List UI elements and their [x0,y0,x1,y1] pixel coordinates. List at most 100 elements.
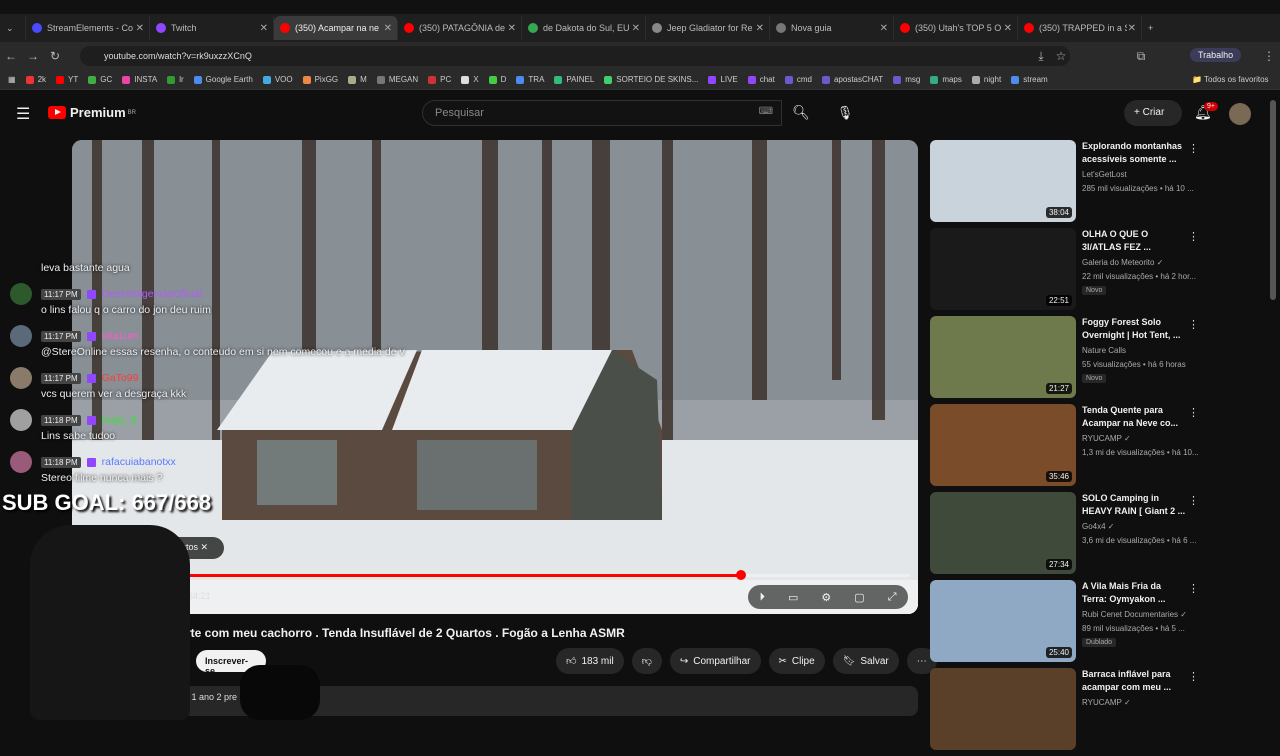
browser-tab[interactable]: StreamElements - Co ✕ [26,16,150,40]
browser-tab[interactable]: (350) Acampar na ne ✕ [274,16,398,40]
extensions-icon[interactable]: ⧉ [1130,49,1152,64]
recommended-video[interactable]: 22:51 OLHA O QUE O 3I/ATLAS FEZ ... Galeri… [930,228,1270,316]
description-box[interactable]: é 1 ano 2 pre [72,686,918,716]
bookmark-item[interactable]: 2k [25,75,46,84]
star-icon[interactable]: ☆ [1050,49,1072,63]
url-field[interactable]: youtube.com/watch?v=rk9uxzzXCnQ [80,46,1070,66]
hamburger-menu-icon[interactable]: ☰ [16,104,30,124]
install-icon[interactable]: ⤓ [1030,49,1052,64]
channel-name[interactable]: Nature Calls [1082,346,1126,355]
close-icon[interactable]: ✕ [1004,23,1012,34]
bookmark-item[interactable]: VOO [262,75,293,84]
recommended-title[interactable]: Foggy Forest Solo Overnight | Hot Tent, … [1082,316,1186,342]
bookmark-item[interactable]: cmd [784,75,812,84]
close-icon[interactable]: ✕ [756,23,764,34]
page-scrollbar[interactable] [1270,100,1276,300]
more-vert-icon[interactable]: ⋮ [1188,582,1199,595]
recommended-video[interactable]: 21:27 Foggy Forest Solo Overnight | Hot T… [930,316,1270,404]
bookmark-item[interactable]: MEGAN [376,75,418,84]
close-icon[interactable]: ✕ [632,23,640,34]
theater-icon[interactable]: ▢ [854,591,864,604]
video-thumbnail[interactable]: 21:27 [930,316,1076,398]
close-icon[interactable]: ✕ [508,23,516,34]
new-tab-button[interactable]: + [1142,16,1168,40]
bookmark-item[interactable]: SORTEIO DE SKINS... [604,75,698,84]
avatar[interactable] [1229,103,1251,125]
close-icon[interactable]: ✕ [260,23,268,34]
bookmark-item[interactable]: LIVE [708,75,738,84]
apps-icon[interactable]: ▦ [8,75,16,84]
channel-name[interactable]: Go4x4 ✓ [1082,522,1115,531]
search-icon[interactable]: 🔍︎ [782,100,820,126]
bookmark-item[interactable]: PixGG [302,75,338,84]
bookmark-item[interactable]: TRA [516,75,544,84]
bookmark-item[interactable]: YT [56,75,78,84]
tab-menu-button[interactable]: ⌄ [0,16,26,40]
video-thumbnail[interactable]: 22:51 [930,228,1076,310]
video-thumbnail[interactable]: 27:34 [930,492,1076,574]
create-button[interactable]: + Criar [1124,100,1182,126]
close-icon[interactable]: ✕ [880,23,888,34]
recommended-title[interactable]: Barraca inflável para acampar com meu ..… [1082,668,1186,694]
subtitles-icon[interactable]: ▭ [788,591,798,604]
share-button[interactable]: ↪ Compartilhar [669,648,761,674]
save-button[interactable]: 🔖︎ Salvar [832,648,899,674]
progress-bar[interactable] [104,570,910,580]
back-icon[interactable]: ← [0,49,22,63]
browser-tab[interactable]: (350) Utah's TOP 5 O ✕ [894,16,1018,40]
favorites-folder[interactable]: 📁 Todos os favoritos [1192,75,1269,84]
youtube-logo[interactable]: Premium BR [48,105,136,120]
mic-icon[interactable]: 🎙︎ [833,102,857,126]
browser-tab[interactable]: Jeep Gladiator for Re ✕ [646,16,770,40]
more-vert-icon[interactable]: ⋮ [1188,406,1199,419]
recommended-title[interactable]: A Vila Mais Fria da Terra: Oymyakon ... [1082,580,1186,606]
browser-tab[interactable]: de Dakota do Sul, EU ✕ [522,16,646,40]
forward-icon[interactable]: → [22,49,44,63]
browser-tab[interactable]: (350) PATAGÔNIA de ✕ [398,16,522,40]
progress-knob[interactable] [735,570,746,580]
bookmark-item[interactable]: INSTA [122,75,157,84]
bookmark-item[interactable]: maps [930,75,962,84]
channel-name[interactable]: RYUCAMP ✓ [1082,434,1131,443]
like-button[interactable]: 👍︎ 183 mil [556,648,624,674]
recommended-title[interactable]: OLHA O QUE O 3I/ATLAS FEZ ... [1082,228,1186,254]
bookmark-item[interactable]: GC [88,75,112,84]
bookmark-item[interactable]: night [971,75,1001,84]
bookmark-item[interactable]: msg [893,75,920,84]
recommended-video[interactable]: 27:34 SOLO Camping in HEAVY RAIN [ Giant … [930,492,1270,580]
bookmark-item[interactable]: PAINEL [554,75,594,84]
bookmark-item[interactable]: PC [428,75,451,84]
channel-name[interactable]: Galeria do Meteorito ✓ [1082,258,1163,267]
more-vert-icon[interactable]: ⋮ [1188,142,1199,155]
browser-tab[interactable]: Nova guia ✕ [770,16,894,40]
browser-tab[interactable]: (350) TRAPPED in a S ✕ [1018,16,1142,40]
recommended-video[interactable]: 25:40 A Vila Mais Fria da Terra: Oymyakon… [930,580,1270,668]
bookmark-item[interactable]: chat [747,75,775,84]
recommended-title[interactable]: SOLO Camping in HEAVY RAIN [ Giant 2 ... [1082,492,1186,518]
keyboard-icon[interactable]: ⌨ [759,106,773,117]
recommended-title[interactable]: Tenda Quente para Acampar na Neve co... [1082,404,1186,430]
dislike-button[interactable]: 👎︎ [631,648,662,674]
video-thumbnail[interactable]: 25:40 [930,580,1076,662]
recommended-title[interactable]: Explorando montanhas acessíveis somente … [1082,140,1186,166]
settings-icon[interactable]: ⚙ [821,591,831,604]
reload-icon[interactable]: ↻ [44,49,66,63]
more-vert-icon[interactable]: ⋮ [1188,494,1199,507]
profile-button[interactable]: Trabalho [1190,48,1242,62]
more-vert-icon[interactable]: ⋮ [1188,318,1199,331]
bookmark-item[interactable]: apostasCHAT [821,75,883,84]
recommended-video[interactable]: Barraca inflável para acampar com meu ..… [930,668,1270,756]
bookmark-item[interactable]: D [488,75,506,84]
bookmark-item[interactable]: stream [1011,75,1048,84]
more-vert-icon[interactable]: ⋮ [1188,230,1199,243]
bookmark-item[interactable]: Google Earth [193,75,253,84]
close-icon[interactable]: ✕ [384,23,392,34]
video-thumbnail[interactable] [930,668,1076,750]
channel-name[interactable]: Let'sGetLost [1082,170,1127,179]
bookmark-item[interactable]: M [348,75,367,84]
close-icon[interactable]: ✕ [1128,23,1136,34]
search-input[interactable]: Pesquisar ⌨ [422,100,782,126]
close-icon[interactable]: ✕ [201,542,209,552]
channel-name[interactable]: Rubi Cenet Documentaries ✓ [1082,610,1187,619]
more-vert-icon[interactable]: ⋮ [1188,670,1199,683]
